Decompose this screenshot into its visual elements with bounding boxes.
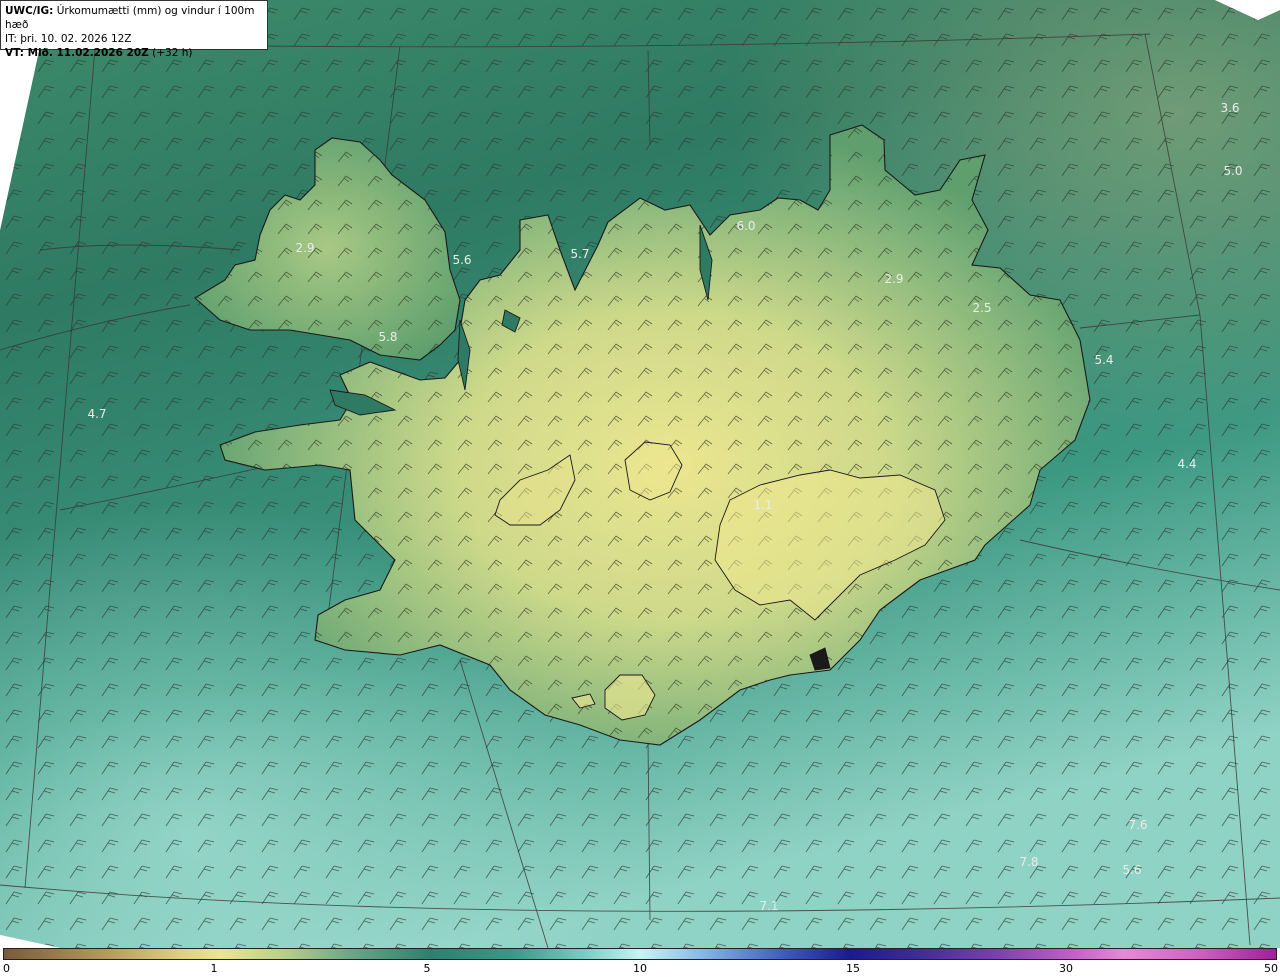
init-time: IT: þri. 10. 02. 2026 12Z xyxy=(5,33,132,45)
map-title-box: UWC/IG: Úrkomumætti (mm) og vindur í 100… xyxy=(0,0,268,59)
map-value-label: 2.5 xyxy=(972,301,992,315)
map-value-label: 7.6 xyxy=(1128,818,1148,832)
weather-map xyxy=(0,0,1280,949)
map-value-label: 5.4 xyxy=(1094,353,1114,367)
map-value-label: 5.6 xyxy=(1122,863,1142,877)
forecast-hour: (+32 h) xyxy=(152,47,193,59)
colorbar-tick-1: 1 xyxy=(210,962,218,975)
colorbar-tick-10: 10 xyxy=(633,962,647,975)
valid-time: VT: Mið. 11.02.2026 20Z xyxy=(5,47,149,59)
map-value-label: 3.6 xyxy=(1220,101,1240,115)
colorbar-tick-5: 5 xyxy=(423,962,431,975)
colorbar-tick-0: 0 xyxy=(3,962,10,975)
colorbar-tick-30: 30 xyxy=(1059,962,1073,975)
map-value-label: 6.0 xyxy=(736,219,756,233)
map-value-label: 5.6 xyxy=(452,253,472,267)
map-value-label: 5.0 xyxy=(1223,164,1243,178)
map-value-label: 7.1 xyxy=(759,899,779,913)
map-value-label: 4.7 xyxy=(87,407,107,421)
valid-time-line: VT: Mið. 11.02.2026 20Z (+32 h) xyxy=(5,46,263,60)
map-value-label: 4.4 xyxy=(1177,457,1197,471)
map-value-label: 5.8 xyxy=(378,330,398,344)
map-value-label: 5.7 xyxy=(570,247,590,261)
map-value-label: 7.8 xyxy=(1019,855,1039,869)
colorbar-tick-50: 50 xyxy=(1264,962,1278,975)
map-value-label: 1.1 xyxy=(753,498,773,512)
map-value-label: 2.9 xyxy=(884,272,904,286)
model-code: UWC/IG: xyxy=(5,5,54,17)
colorbar xyxy=(3,948,1277,960)
map-value-label: 2.9 xyxy=(295,241,315,255)
colorbar-tick-15: 15 xyxy=(846,962,860,975)
title-line: UWC/IG: Úrkomumætti (mm) og vindur í 100… xyxy=(5,4,263,32)
